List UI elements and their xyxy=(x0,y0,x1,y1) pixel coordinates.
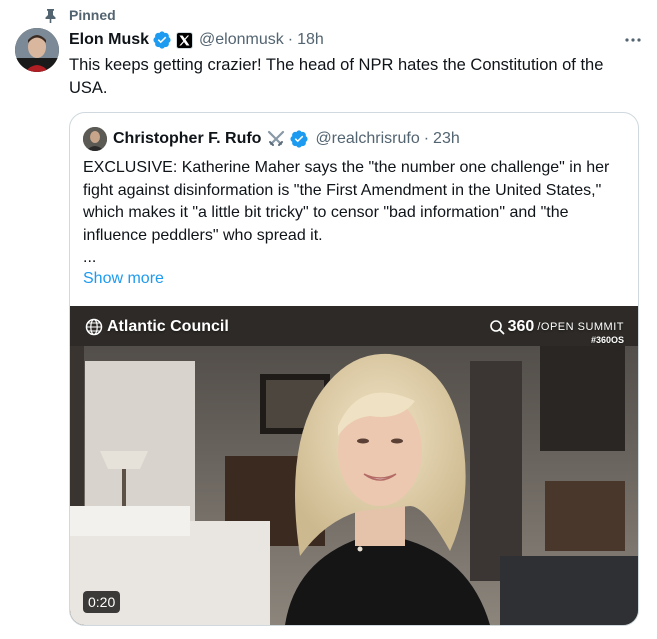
author-name[interactable]: Elon Musk xyxy=(69,31,149,49)
quote-author-handle[interactable]: @realchrisrufo xyxy=(315,130,419,148)
brand-right-number: 360 xyxy=(507,318,535,335)
tweet-header: Elon Musk @elonmusk · 18h xyxy=(69,29,645,51)
tweet-text: This keeps getting crazier! The head of … xyxy=(69,56,604,97)
video-duration: 0:20 xyxy=(83,591,121,613)
quote-author-name[interactable]: Christopher F. Rufo xyxy=(113,130,261,148)
crossed-swords-icon xyxy=(268,130,285,146)
brand-left-label: Atlantic Council xyxy=(107,318,229,335)
quote-text: EXCLUSIVE: Katherine Maher says the "the… xyxy=(83,159,610,244)
quoted-tweet[interactable]: Christopher F. Rufo @realchrisrufo · 23h… xyxy=(69,112,639,626)
video-player[interactable]: Atlantic Council 360 /OPEN SUMMIT #360OS… xyxy=(70,306,638,625)
pin-icon xyxy=(45,8,56,23)
open-summit-brand: 360 /OPEN SUMMIT #360OS xyxy=(489,318,624,345)
author-handle[interactable]: @elonmusk xyxy=(199,31,284,49)
magnifier-icon xyxy=(489,320,505,335)
atlantic-council-brand: Atlantic Council xyxy=(85,318,229,336)
quote-header: Christopher F. Rufo @realchrisrufo · 23h xyxy=(83,127,626,151)
quote-ellipsis: ... xyxy=(83,249,97,266)
separator-dot: · xyxy=(287,31,294,48)
tweet-card[interactable]: Pinned Elon Musk @elonmusk · 18h This ke… xyxy=(0,0,657,639)
globe-icon xyxy=(85,318,103,336)
quote-author-avatar[interactable] xyxy=(83,127,107,151)
x-logo-icon[interactable] xyxy=(176,31,194,49)
author-avatar[interactable] xyxy=(15,28,59,72)
pinned-indicator: Pinned xyxy=(44,6,116,24)
brand-right-hashtag: #360OS xyxy=(590,335,624,345)
quote-timestamp[interactable]: 23h xyxy=(433,130,460,148)
more-options-button[interactable] xyxy=(621,29,645,51)
video-thumbnail xyxy=(70,306,638,625)
pinned-label: Pinned xyxy=(69,7,116,23)
brand-right-subtitle: /OPEN SUMMIT xyxy=(537,321,624,333)
show-more-link[interactable]: Show more xyxy=(83,268,164,290)
more-icon xyxy=(625,38,641,42)
quote-separator-dot: · xyxy=(423,130,430,147)
verified-badge-icon xyxy=(153,31,171,49)
tweet-timestamp[interactable]: 18h xyxy=(297,31,324,49)
quote-verified-badge-icon xyxy=(290,130,308,148)
